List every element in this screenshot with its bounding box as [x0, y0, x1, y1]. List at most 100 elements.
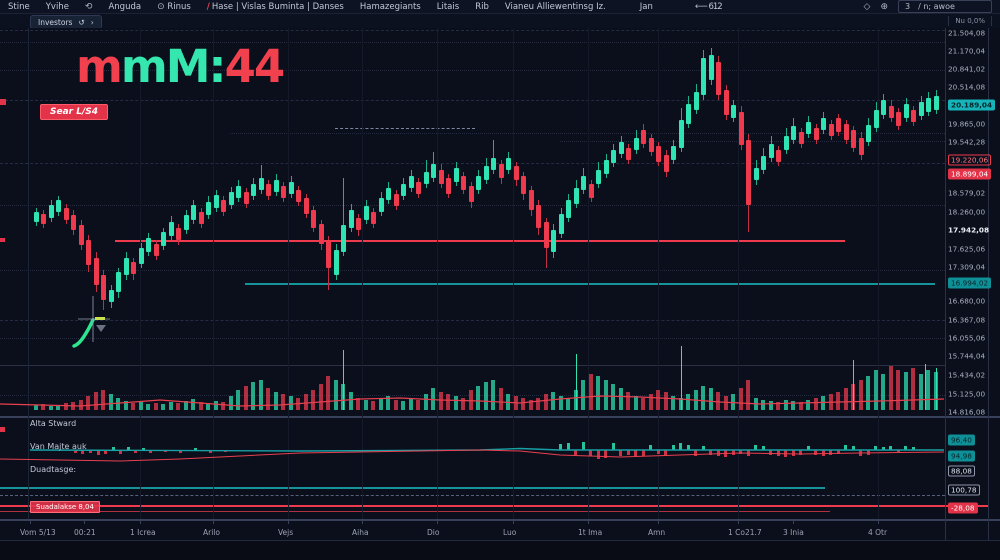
candle[interactable]	[266, 184, 271, 196]
candle[interactable]	[146, 238, 151, 252]
candle[interactable]	[926, 98, 931, 112]
candle[interactable]	[769, 144, 774, 158]
candle[interactable]	[694, 92, 699, 110]
candle[interactable]	[596, 170, 601, 184]
candle[interactable]	[289, 182, 294, 194]
candle[interactable]	[529, 190, 534, 210]
candle[interactable]	[244, 192, 249, 204]
candle[interactable]	[424, 172, 429, 184]
candle[interactable]	[731, 105, 736, 118]
candle[interactable]	[664, 155, 669, 172]
candle[interactable]	[544, 222, 549, 248]
candle[interactable]	[656, 146, 661, 162]
candle[interactable]	[836, 118, 841, 132]
candle[interactable]	[746, 140, 751, 205]
candle[interactable]	[206, 202, 211, 215]
candle[interactable]	[311, 210, 316, 228]
indicator-label-2[interactable]: Van Majte auk	[30, 442, 87, 451]
candle[interactable]	[274, 180, 279, 192]
candle[interactable]	[754, 168, 759, 180]
chevron-right-icon[interactable]: ›	[91, 18, 94, 27]
candle[interactable]	[491, 158, 496, 170]
globe-icon[interactable]: ⊕	[880, 2, 888, 12]
menu-item[interactable]: Hamazegiants	[360, 2, 421, 12]
menu-item[interactable]: Litais	[437, 2, 459, 12]
candle[interactable]	[199, 212, 204, 224]
menu-item[interactable]: Vianeu Alliewentinsg Iz.	[505, 2, 606, 12]
candle[interactable]	[784, 136, 789, 150]
menu-item[interactable]: ⊙ Rinus	[157, 2, 191, 12]
candle[interactable]	[454, 168, 459, 182]
candle[interactable]	[904, 104, 909, 118]
candle[interactable]	[34, 212, 39, 222]
candle[interactable]	[49, 205, 54, 218]
candle[interactable]	[611, 150, 616, 163]
candle[interactable]	[739, 112, 744, 145]
candle[interactable]	[161, 232, 166, 246]
candle[interactable]	[341, 225, 346, 252]
candle[interactable]	[431, 164, 436, 178]
search-input[interactable]: 3 / n; awoe	[898, 0, 992, 13]
candle[interactable]	[574, 188, 579, 204]
candle[interactable]	[139, 248, 144, 264]
candle[interactable]	[191, 205, 196, 220]
candle[interactable]	[679, 120, 684, 148]
menu-item-jan[interactable]: Jan	[640, 2, 653, 12]
candle[interactable]	[281, 186, 286, 198]
menu-item[interactable]: Rib	[475, 2, 489, 12]
back-forward-pill-button[interactable]: Investors ↺ ›	[30, 15, 102, 29]
candle[interactable]	[364, 206, 369, 220]
candle[interactable]	[919, 102, 924, 116]
candle[interactable]	[881, 100, 886, 115]
candle[interactable]	[649, 138, 654, 152]
diamond-icon[interactable]: ◇	[864, 2, 871, 12]
candle[interactable]	[101, 275, 106, 300]
candle[interactable]	[176, 228, 181, 240]
candle[interactable]	[626, 148, 631, 160]
undo-icon[interactable]: ⟲	[85, 2, 93, 12]
candle[interactable]	[71, 215, 76, 230]
candle[interactable]	[889, 106, 894, 118]
candle[interactable]	[724, 90, 729, 115]
candle[interactable]	[896, 112, 901, 126]
candle[interactable]	[184, 215, 189, 230]
candle[interactable]	[551, 230, 556, 252]
candle[interactable]	[761, 156, 766, 170]
candle[interactable]	[716, 62, 721, 95]
candle[interactable]	[154, 244, 159, 256]
candle[interactable]	[259, 178, 264, 190]
candle[interactable]	[701, 58, 706, 95]
candle[interactable]	[506, 158, 511, 170]
candle[interactable]	[911, 110, 916, 122]
indicator-label-3[interactable]: Duadtasge:	[30, 465, 76, 474]
trendline-drawing[interactable]	[74, 320, 93, 346]
candle[interactable]	[86, 240, 91, 265]
candle[interactable]	[469, 186, 474, 202]
candle[interactable]	[581, 176, 586, 190]
candle[interactable]	[566, 200, 571, 218]
sell-order-badge[interactable]: Sear L/S4	[40, 104, 108, 120]
menu-item[interactable]: Yvihe	[46, 2, 69, 12]
menu-item[interactable]: Anguda	[108, 2, 141, 12]
candle[interactable]	[304, 198, 309, 214]
candle[interactable]	[446, 178, 451, 194]
candle[interactable]	[386, 188, 391, 200]
candle[interactable]	[934, 96, 939, 110]
candle[interactable]	[56, 200, 61, 212]
candle[interactable]	[349, 210, 354, 228]
candle[interactable]	[814, 128, 819, 140]
menu-item-indicators[interactable]: /Hase | Vislas Buminta | Danses	[207, 2, 344, 12]
candle[interactable]	[866, 125, 871, 142]
candle[interactable]	[79, 225, 84, 245]
candle[interactable]	[371, 212, 376, 224]
candle[interactable]	[641, 130, 646, 144]
candle[interactable]	[116, 272, 121, 292]
candle[interactable]	[851, 130, 856, 148]
candle[interactable]	[806, 122, 811, 134]
candle[interactable]	[379, 198, 384, 212]
candle[interactable]	[214, 195, 219, 208]
candle[interactable]	[671, 146, 676, 160]
candle[interactable]	[499, 164, 504, 178]
candle[interactable]	[221, 200, 226, 212]
candle[interactable]	[251, 184, 256, 196]
